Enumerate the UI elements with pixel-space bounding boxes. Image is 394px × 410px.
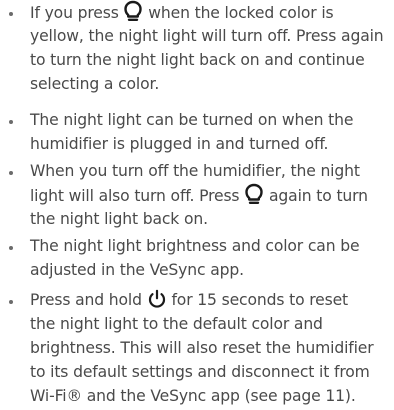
bullet-text-line: brightness. This will also reset the hum… <box>30 336 374 360</box>
bullet-text-line: humidifier is plugged in and turned off. <box>30 132 329 156</box>
bulb-icon <box>244 183 264 205</box>
text-segment: The night light can be turned on when th… <box>30 111 354 129</box>
bullet-dot <box>9 246 13 250</box>
bullet-text-line: selecting a color. <box>30 72 159 96</box>
bullet-text-line: the night light back on. <box>30 207 208 231</box>
text-segment: to its default settings and disconnect i… <box>30 363 370 381</box>
text-segment: humidifier is plugged in and turned off. <box>30 135 329 153</box>
bullet-text-line: light will also turn off. Press again to… <box>30 183 368 208</box>
text-segment: The night light brightness and color can… <box>30 237 360 255</box>
bullet-item: The night light can be turned on when th… <box>0 108 394 156</box>
text-segment: selecting a color. <box>30 75 160 93</box>
bulb-icon <box>123 0 143 22</box>
bullet-text-line: When you turn off the humidifier, the ni… <box>30 159 360 183</box>
text-segment: Press and hold <box>30 291 147 309</box>
bullet-item: Press and hold for 15 seconds to reset th… <box>0 288 394 408</box>
bullet-text-line: to turn the night light back on and cont… <box>30 48 365 72</box>
bullet-text-line: to its default settings and disconnect i… <box>30 360 370 384</box>
bullet-text-line: The night light can be turned on when th… <box>30 108 353 132</box>
bullet-dot <box>9 171 13 175</box>
bullet-text-line: The night light brightness and color can… <box>30 234 360 258</box>
text-segment: when the locked color is <box>143 4 334 22</box>
text-segment: If you press <box>30 4 124 22</box>
power-icon <box>147 289 167 309</box>
text-segment: for 15 seconds to reset <box>166 291 349 309</box>
text-segment: to turn the night light back on and cont… <box>30 51 365 69</box>
text-segment: yellow, the night light will turn off. P… <box>30 27 384 45</box>
text-segment: again to turn <box>264 187 368 205</box>
text-segment: the night light to the default color and <box>30 315 323 333</box>
bullet-dot <box>9 120 13 124</box>
text-segment: When you turn off the humidifier, the ni… <box>30 162 360 180</box>
instruction-page: If you press when the locked color is yel… <box>0 0 394 410</box>
bullet-text-line: adjusted in the VeSync app. <box>30 258 244 282</box>
bullet-dot <box>9 300 13 304</box>
bullet-text-line: Wi-Fi® and the VeSync app (see page 11). <box>30 384 356 408</box>
text-segment: the night light back on. <box>30 210 208 228</box>
bullet-item: If you press when the locked color is yel… <box>0 0 394 96</box>
bullet-text-line: the night light to the default color and <box>30 312 323 336</box>
text-segment: Wi-Fi® and the VeSync app (see page 11). <box>30 387 356 405</box>
text-segment: adjusted in the VeSync app. <box>30 261 244 279</box>
bullet-dot <box>9 12 13 16</box>
text-segment: light will also turn off. Press <box>30 187 245 205</box>
bullet-text-line: yellow, the night light will turn off. P… <box>30 24 384 48</box>
bullet-item: The night light brightness and color can… <box>0 234 394 282</box>
bullet-text-line: Press and hold for 15 seconds to reset <box>30 288 348 312</box>
bullet-item: When you turn off the humidifier, the ni… <box>0 159 394 231</box>
text-segment: brightness. This will also reset the hum… <box>30 339 374 357</box>
bullet-text-line: If you press when the locked color is <box>30 0 334 25</box>
